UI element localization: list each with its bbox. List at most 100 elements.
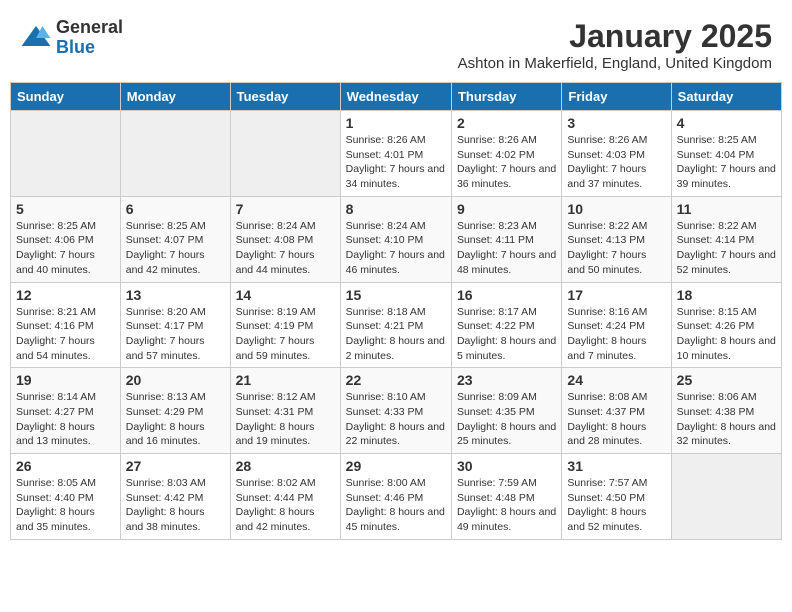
- day-cell: 3 Sunrise: 8:26 AM Sunset: 4:03 PM Daylig…: [562, 111, 671, 197]
- day-number: 15: [346, 287, 446, 303]
- day-info: Sunrise: 8:26 AM Sunset: 4:03 PM Dayligh…: [567, 133, 665, 192]
- day-cell: 14Sunrise: 8:19 AM Sunset: 4:19 PM Dayli…: [230, 282, 340, 368]
- day-number: 11: [677, 201, 776, 217]
- weekday-header-monday: Monday: [120, 83, 230, 111]
- day-cell: 18 Sunrise: 8:15 AM Sunset: 4:26 PM Dayli…: [671, 282, 781, 368]
- month-title: January 2025: [458, 18, 772, 55]
- day-cell: 25 Sunrise: 8:06 AM Sunset: 4:38 PM Dayli…: [671, 368, 781, 454]
- day-cell: 29 Sunrise: 8:00 AM Sunset: 4:46 PM Dayli…: [340, 454, 451, 540]
- day-number: 19: [16, 372, 115, 388]
- day-info: Sunrise: 8:03 AM Sunset: 4:42 PM Dayligh…: [126, 476, 225, 535]
- day-cell: 30Sunrise: 7:59 AM Sunset: 4:48 PM Dayli…: [451, 454, 561, 540]
- day-number: 13: [126, 287, 225, 303]
- day-number: 8: [346, 201, 446, 217]
- day-info: Sunrise: 8:21 AM Sunset: 4:16 PM Dayligh…: [16, 305, 115, 364]
- day-info: Sunrise: 8:25 AM Sunset: 4:07 PM Dayligh…: [126, 219, 225, 278]
- location-title: Ashton in Makerfield, England, United Ki…: [458, 55, 772, 72]
- day-cell: 16Sunrise: 8:17 AM Sunset: 4:22 PM Dayli…: [451, 282, 561, 368]
- day-info: Sunrise: 8:08 AM Sunset: 4:37 PM Dayligh…: [567, 390, 665, 449]
- day-cell: 19 Sunrise: 8:14 AM Sunset: 4:27 PM Dayli…: [11, 368, 121, 454]
- day-cell: 21Sunrise: 8:12 AM Sunset: 4:31 PM Dayli…: [230, 368, 340, 454]
- day-cell: 2Sunrise: 8:26 AM Sunset: 4:02 PM Daylig…: [451, 111, 561, 197]
- day-number: 6: [126, 201, 225, 217]
- day-info: Sunrise: 8:05 AM Sunset: 4:40 PM Dayligh…: [16, 476, 115, 535]
- day-cell: [11, 111, 121, 197]
- day-info: Sunrise: 8:19 AM Sunset: 4:19 PM Dayligh…: [236, 305, 335, 364]
- week-row-4: 19 Sunrise: 8:14 AM Sunset: 4:27 PM Dayli…: [11, 368, 782, 454]
- day-cell: [671, 454, 781, 540]
- weekday-header-wednesday: Wednesday: [340, 83, 451, 111]
- day-info: Sunrise: 8:22 AM Sunset: 4:14 PM Dayligh…: [677, 219, 776, 278]
- day-number: 31: [567, 458, 665, 474]
- day-number: 4: [677, 115, 776, 131]
- day-cell: 17Sunrise: 8:16 AM Sunset: 4:24 PM Dayli…: [562, 282, 671, 368]
- day-cell: 9Sunrise: 8:23 AM Sunset: 4:11 PM Daylig…: [451, 196, 561, 282]
- day-number: 28: [236, 458, 335, 474]
- day-number: 7: [236, 201, 335, 217]
- day-cell: 10 Sunrise: 8:22 AM Sunset: 4:13 PM Dayli…: [562, 196, 671, 282]
- day-info: Sunrise: 7:59 AM Sunset: 4:48 PM Dayligh…: [457, 476, 556, 535]
- day-cell: 20 Sunrise: 8:13 AM Sunset: 4:29 PM Dayli…: [120, 368, 230, 454]
- day-info: Sunrise: 7:57 AM Sunset: 4:50 PM Dayligh…: [567, 476, 665, 535]
- day-number: 24: [567, 372, 665, 388]
- day-number: 23: [457, 372, 556, 388]
- day-number: 9: [457, 201, 556, 217]
- day-number: 20: [126, 372, 225, 388]
- day-info: Sunrise: 8:26 AM Sunset: 4:01 PM Dayligh…: [346, 133, 446, 192]
- day-cell: 6 Sunrise: 8:25 AM Sunset: 4:07 PM Daylig…: [120, 196, 230, 282]
- day-number: 26: [16, 458, 115, 474]
- week-row-3: 12 Sunrise: 8:21 AM Sunset: 4:16 PM Dayli…: [11, 282, 782, 368]
- day-info: Sunrise: 8:00 AM Sunset: 4:46 PM Dayligh…: [346, 476, 446, 535]
- title-area: January 2025 Ashton in Makerfield, Engla…: [458, 18, 772, 72]
- day-cell: 12 Sunrise: 8:21 AM Sunset: 4:16 PM Dayli…: [11, 282, 121, 368]
- day-number: 29: [346, 458, 446, 474]
- day-cell: 4 Sunrise: 8:25 AM Sunset: 4:04 PM Daylig…: [671, 111, 781, 197]
- day-cell: 31 Sunrise: 7:57 AM Sunset: 4:50 PM Dayli…: [562, 454, 671, 540]
- day-info: Sunrise: 8:26 AM Sunset: 4:02 PM Dayligh…: [457, 133, 556, 192]
- day-info: Sunrise: 8:16 AM Sunset: 4:24 PM Dayligh…: [567, 305, 665, 364]
- day-cell: 1 Sunrise: 8:26 AM Sunset: 4:01 PM Daylig…: [340, 111, 451, 197]
- day-info: Sunrise: 8:17 AM Sunset: 4:22 PM Dayligh…: [457, 305, 556, 364]
- day-cell: [230, 111, 340, 197]
- day-number: 10: [567, 201, 665, 217]
- day-info: Sunrise: 8:20 AM Sunset: 4:17 PM Dayligh…: [126, 305, 225, 364]
- weekday-header-row: SundayMondayTuesdayWednesdayThursdayFrid…: [11, 83, 782, 111]
- weekday-header-thursday: Thursday: [451, 83, 561, 111]
- weekday-header-tuesday: Tuesday: [230, 83, 340, 111]
- day-cell: 13 Sunrise: 8:20 AM Sunset: 4:17 PM Dayli…: [120, 282, 230, 368]
- day-cell: 27Sunrise: 8:03 AM Sunset: 4:42 PM Dayli…: [120, 454, 230, 540]
- weekday-header-saturday: Saturday: [671, 83, 781, 111]
- day-info: Sunrise: 8:02 AM Sunset: 4:44 PM Dayligh…: [236, 476, 335, 535]
- day-info: Sunrise: 8:06 AM Sunset: 4:38 PM Dayligh…: [677, 390, 776, 449]
- day-number: 5: [16, 201, 115, 217]
- day-info: Sunrise: 8:13 AM Sunset: 4:29 PM Dayligh…: [126, 390, 225, 449]
- day-cell: 5 Sunrise: 8:25 AM Sunset: 4:06 PM Daylig…: [11, 196, 121, 282]
- weekday-header-sunday: Sunday: [11, 83, 121, 111]
- day-cell: 7 Sunrise: 8:24 AM Sunset: 4:08 PM Daylig…: [230, 196, 340, 282]
- day-info: Sunrise: 8:15 AM Sunset: 4:26 PM Dayligh…: [677, 305, 776, 364]
- logo-blue-text: Blue: [56, 38, 123, 58]
- day-number: 3: [567, 115, 665, 131]
- week-row-2: 5 Sunrise: 8:25 AM Sunset: 4:06 PM Daylig…: [11, 196, 782, 282]
- day-cell: 26 Sunrise: 8:05 AM Sunset: 4:40 PM Dayli…: [11, 454, 121, 540]
- day-cell: 23Sunrise: 8:09 AM Sunset: 4:35 PM Dayli…: [451, 368, 561, 454]
- logo: General Blue: [20, 18, 123, 58]
- day-info: Sunrise: 8:25 AM Sunset: 4:06 PM Dayligh…: [16, 219, 115, 278]
- day-info: Sunrise: 8:22 AM Sunset: 4:13 PM Dayligh…: [567, 219, 665, 278]
- day-info: Sunrise: 8:14 AM Sunset: 4:27 PM Dayligh…: [16, 390, 115, 449]
- week-row-1: 1 Sunrise: 8:26 AM Sunset: 4:01 PM Daylig…: [11, 111, 782, 197]
- day-number: 12: [16, 287, 115, 303]
- logo-general-text: General: [56, 18, 123, 38]
- day-number: 22: [346, 372, 446, 388]
- day-number: 1: [346, 115, 446, 131]
- day-cell: [120, 111, 230, 197]
- day-number: 25: [677, 372, 776, 388]
- day-info: Sunrise: 8:25 AM Sunset: 4:04 PM Dayligh…: [677, 133, 776, 192]
- day-info: Sunrise: 8:24 AM Sunset: 4:10 PM Dayligh…: [346, 219, 446, 278]
- day-info: Sunrise: 8:24 AM Sunset: 4:08 PM Dayligh…: [236, 219, 335, 278]
- day-info: Sunrise: 8:10 AM Sunset: 4:33 PM Dayligh…: [346, 390, 446, 449]
- week-row-5: 26 Sunrise: 8:05 AM Sunset: 4:40 PM Dayli…: [11, 454, 782, 540]
- logo-icon: [20, 22, 52, 54]
- day-info: Sunrise: 8:12 AM Sunset: 4:31 PM Dayligh…: [236, 390, 335, 449]
- day-number: 18: [677, 287, 776, 303]
